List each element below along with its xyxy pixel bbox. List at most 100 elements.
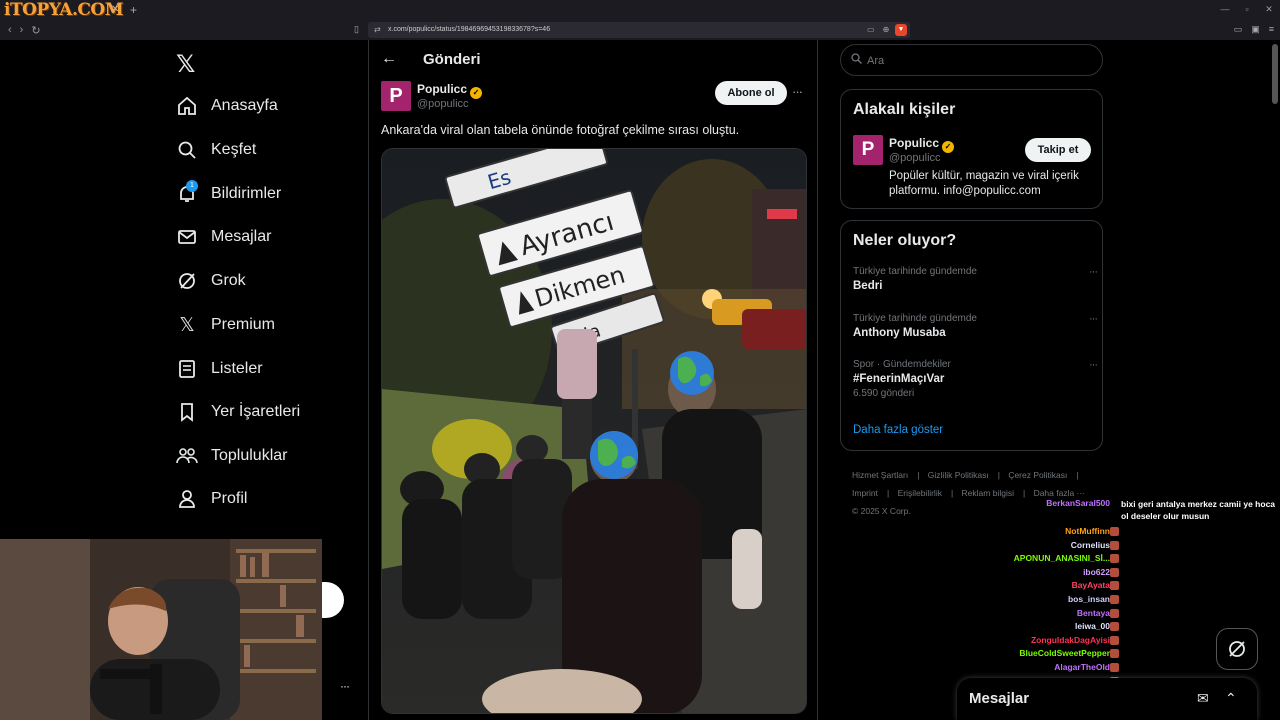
scrollbar[interactable] [1272, 44, 1278, 104]
more-icon[interactable]: ··· [340, 679, 350, 693]
sidebar-item-profile[interactable]: Profil [176, 484, 247, 514]
author-name[interactable]: Populicc ✓ [417, 82, 483, 99]
face-cover-earth-icon [590, 431, 638, 479]
back-arrow-icon[interactable]: ← [381, 50, 397, 68]
footer-link[interactable]: Reklam bilgisi [962, 488, 1014, 498]
tab-close-icon[interactable]: ✕ [111, 4, 119, 15]
chat-username[interactable]: ibo622 [1083, 567, 1110, 577]
footer-link[interactable]: Erişilebilirlik [898, 488, 942, 498]
x-icon: 𝕏 [179, 314, 195, 336]
brave-shield-icon[interactable]: ▼ [895, 24, 907, 36]
sidebar-item-notifications[interactable]: 1 Bildirimler [176, 179, 281, 209]
people-icon [176, 445, 198, 467]
grok-icon[interactable] [1216, 628, 1258, 670]
wallet-icon[interactable]: ▣ [1251, 24, 1260, 35]
sidebar-item-label: Keşfet [211, 141, 257, 158]
chat-emote-icon [1110, 635, 1119, 645]
chat-emote-icon [1110, 540, 1119, 550]
chat-username[interactable]: leiwa_00 [1075, 621, 1110, 631]
page-title: Gönderi [423, 51, 481, 68]
chat-emote-icon [1110, 608, 1119, 618]
follow-button[interactable]: Takip et [1025, 138, 1091, 162]
sidebar-item-lists[interactable]: Listeler [176, 354, 263, 384]
chat-username[interactable]: AlagarTheOld [1054, 662, 1110, 672]
chat-username[interactable]: APONUN_ANASINI_Sİ... [1014, 553, 1110, 563]
chat-username[interactable]: BlueColdSweetPepper [1019, 648, 1110, 658]
chat-username[interactable]: NotMuffinn [1065, 526, 1110, 536]
copyright: © 2025 X Corp. [852, 506, 911, 516]
messages-drawer[interactable]: Mesajlar ✉ ⌃ [957, 678, 1257, 720]
reader-icon[interactable]: ▭ [867, 22, 875, 38]
chat-message: APONUN_ANASINI_Sİ... [985, 553, 1280, 566]
back-icon[interactable]: ‹ [8, 24, 12, 36]
expand-icon[interactable]: ⌃ [1225, 690, 1237, 707]
sidebar-item-grok[interactable]: Grok [176, 266, 246, 296]
search-input[interactable]: Ara [867, 55, 884, 67]
sidebar-item-bookmarks[interactable]: Yer İşaretleri [176, 397, 300, 427]
footer-links: Hizmet Şartları | Gizlilik Politikası | Çe… [852, 470, 1086, 516]
trend-item[interactable]: Türkiye tarihinde gündemde Bedri ··· [853, 266, 1098, 292]
footer-link[interactable]: Gizlilik Politikası [928, 470, 989, 480]
search-icon [176, 139, 198, 161]
browser-chrome: iTOPYA.COM ✕ + — ▫ ✕ ‹ › ↻ ▯ ⇄ x.com/pop… [0, 0, 1280, 40]
chat-username[interactable]: Bentaya [1077, 608, 1110, 618]
trend-item[interactable]: Türkiye tarihinde gündemde Anthony Musab… [853, 313, 1098, 339]
url-text: x.com/populicc/status/198469694531983367… [388, 26, 551, 33]
site-info-icon[interactable]: ⇄ [374, 22, 381, 38]
post-text: Ankara'da viral olan tabela önünde fotoğ… [381, 123, 740, 137]
post-column: ← Gönderi P Populicc ✓ @populicc Abone ol… [368, 40, 818, 720]
new-message-icon[interactable]: ✉ [1197, 690, 1209, 707]
more-options-icon[interactable]: ··· [792, 84, 803, 99]
menu-icon[interactable]: ≡ [1269, 24, 1274, 35]
sidebar-item-explore[interactable]: Keşfet [176, 135, 256, 165]
sidebar-item-label: Bildirimler [211, 185, 282, 202]
sidebar-item-premium[interactable]: 𝕏 Premium [176, 310, 275, 340]
trend-item[interactable]: Spor · Gündemdekiler #FenerinMaçıVar 6.5… [853, 359, 1098, 399]
search-box[interactable]: Ara [840, 44, 1103, 76]
author-handle[interactable]: @populicc [417, 98, 469, 110]
related-handle[interactable]: @populicc [889, 152, 941, 164]
bell-icon: 1 [176, 180, 198, 205]
address-bar[interactable]: ⇄ x.com/populicc/status/1984696945319833… [368, 22, 910, 38]
related-name[interactable]: Populicc ✓ [889, 136, 955, 153]
close-window-icon[interactable]: ✕ [1258, 0, 1280, 18]
list-icon [176, 358, 198, 380]
minimize-icon[interactable]: — [1214, 0, 1236, 18]
related-people-card: Alakalı kişiler P Populicc ✓ @populicc Ta… [840, 89, 1103, 209]
reload-icon[interactable]: ↻ [31, 24, 40, 37]
avatar[interactable]: P [381, 81, 411, 111]
trend-more-icon[interactable]: ··· [1089, 266, 1098, 278]
bookmark-page-icon[interactable]: ▯ [354, 24, 359, 35]
sidebar-toggle-icon[interactable]: ▭ [1234, 24, 1243, 35]
subscribe-button[interactable]: Abone ol [715, 81, 787, 105]
trends-title: Neler oluyor? [853, 232, 957, 249]
sidebar-item-communities[interactable]: Topluluklar [176, 441, 287, 471]
chat-username[interactable]: bos_insan [1068, 594, 1110, 604]
x-logo-icon[interactable]: 𝕏 [176, 50, 195, 78]
forward-icon[interactable]: › [20, 24, 24, 36]
maximize-icon[interactable]: ▫ [1236, 0, 1258, 18]
messages-title: Mesajlar [969, 690, 1030, 707]
zoom-icon[interactable]: ⊕ [883, 22, 890, 38]
chat-message-text: bixi geri antalya merkez camii ye hoca o… [1121, 499, 1276, 521]
chat-username[interactable]: Cornelius [1071, 540, 1110, 550]
footer-link[interactable]: Çerez Politikası [1008, 470, 1067, 480]
show-more-link[interactable]: Daha fazla göster [853, 424, 943, 436]
chat-message: NotMuffinn [985, 526, 1280, 539]
notification-badge: 1 [186, 180, 198, 192]
trend-more-icon[interactable]: ··· [1089, 359, 1098, 371]
post-photo[interactable]: Es Ayrancı Dikmen Ia [381, 148, 807, 714]
footer-link[interactable]: Hizmet Şartları [852, 470, 908, 480]
chat-emote-icon [1110, 567, 1119, 577]
footer-link[interactable]: Imprint [852, 488, 878, 498]
sidebar-item-home[interactable]: Anasayfa [176, 91, 278, 121]
trend-more-icon[interactable]: ··· [1089, 313, 1098, 325]
footer-link[interactable]: Daha fazla ··· [1034, 488, 1086, 498]
avatar[interactable]: P [853, 135, 883, 165]
chat-username[interactable]: ZonguldakDagAyisi [1031, 635, 1110, 645]
chat-username[interactable]: BayAyata [1072, 580, 1110, 590]
sidebar-item-messages[interactable]: Mesajlar [176, 222, 271, 252]
chat-message: BayAyata [985, 580, 1280, 593]
sidebar-item-label: Grok [211, 272, 246, 289]
new-tab-icon[interactable]: + [130, 3, 137, 17]
